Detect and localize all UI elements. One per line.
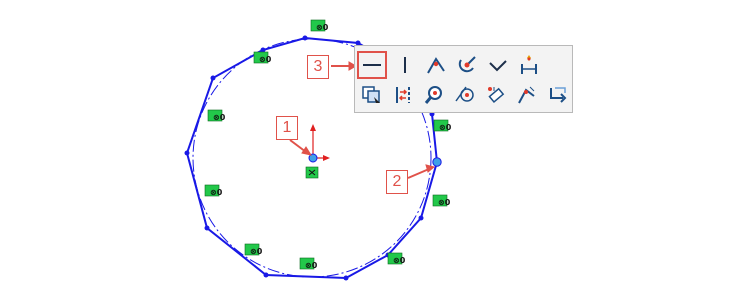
horizontal-line-icon: [363, 64, 381, 66]
copy-icon: [362, 86, 380, 103]
relation-marker: ⊗0: [299, 257, 318, 270]
undo-arrow-icon: [550, 87, 567, 103]
vertex-point: [302, 35, 308, 41]
vertex-point: [204, 225, 210, 231]
relations-context-toolbar: [354, 45, 573, 113]
midpoint-relation-button[interactable]: [514, 82, 540, 108]
concentric-relation-button[interactable]: [421, 82, 447, 108]
vertical-relation-button[interactable]: [392, 52, 418, 78]
undo-button[interactable]: [545, 82, 571, 108]
relation-marker: ⊗0: [253, 51, 272, 64]
relation-marker-text: ⊗0: [438, 198, 451, 207]
equal-icon: [488, 87, 505, 103]
coincident-marker: [305, 166, 319, 179]
fix-icon: [521, 55, 537, 74]
vertex-point: [210, 75, 216, 81]
merge-relation-button[interactable]: [454, 52, 480, 78]
perpendicular-check-icon: [489, 60, 507, 72]
equal-relation-button[interactable]: [483, 82, 509, 108]
collinear-relation-button[interactable]: [390, 82, 416, 108]
relation-marker-text: ⊗0: [210, 188, 223, 197]
midpoint-icon: [518, 86, 535, 104]
fix-relation-button[interactable]: [516, 52, 542, 78]
relation-marker-text: ⊗0: [316, 23, 329, 32]
vertex-point: [263, 272, 269, 278]
callout-3: 3: [307, 55, 329, 79]
relation-marker-text: ⊗0: [393, 256, 406, 265]
zoom-search-icon: [424, 86, 442, 104]
relation-marker-text: ⊗0: [259, 55, 272, 64]
perpendicular-relation-button[interactable]: [485, 52, 511, 78]
vertex-point: [418, 215, 424, 221]
relation-marker: ⊗0: [387, 252, 406, 265]
relation-marker-text: ⊗0: [439, 123, 452, 132]
relation-marker: ⊗0: [244, 243, 263, 256]
vertical-line-icon: [404, 57, 406, 73]
relation-marker-text: ⊗0: [250, 247, 263, 256]
relation-marker: ⊗0: [310, 19, 329, 32]
copy-entities-button[interactable]: [359, 82, 385, 108]
relation-marker: ⊗0: [207, 109, 226, 122]
callout-2-arrow: [407, 168, 430, 179]
tangent-relation-button[interactable]: [452, 82, 478, 108]
coincident-icon: [427, 57, 445, 74]
coincident-relation-button[interactable]: [423, 52, 449, 78]
selected-vertex-point[interactable]: [432, 157, 442, 167]
horizontal-relation-button[interactable]: [357, 51, 387, 79]
relation-marker: ⊗0: [433, 119, 452, 132]
collinear-icon: [396, 87, 410, 103]
relation-marker-text: ⊗0: [305, 261, 318, 270]
callout-1: 1: [276, 116, 298, 140]
relation-marker: ⊗0: [432, 194, 451, 207]
relation-marker: ⊗0: [204, 184, 223, 197]
relation-marker-text: ⊗0: [213, 113, 226, 122]
vertex-point: [343, 275, 349, 281]
vertex-point: [184, 150, 190, 156]
tangent-icon: [455, 86, 474, 102]
callout-2: 2: [386, 170, 408, 194]
merge-anchor-icon: [458, 56, 476, 73]
